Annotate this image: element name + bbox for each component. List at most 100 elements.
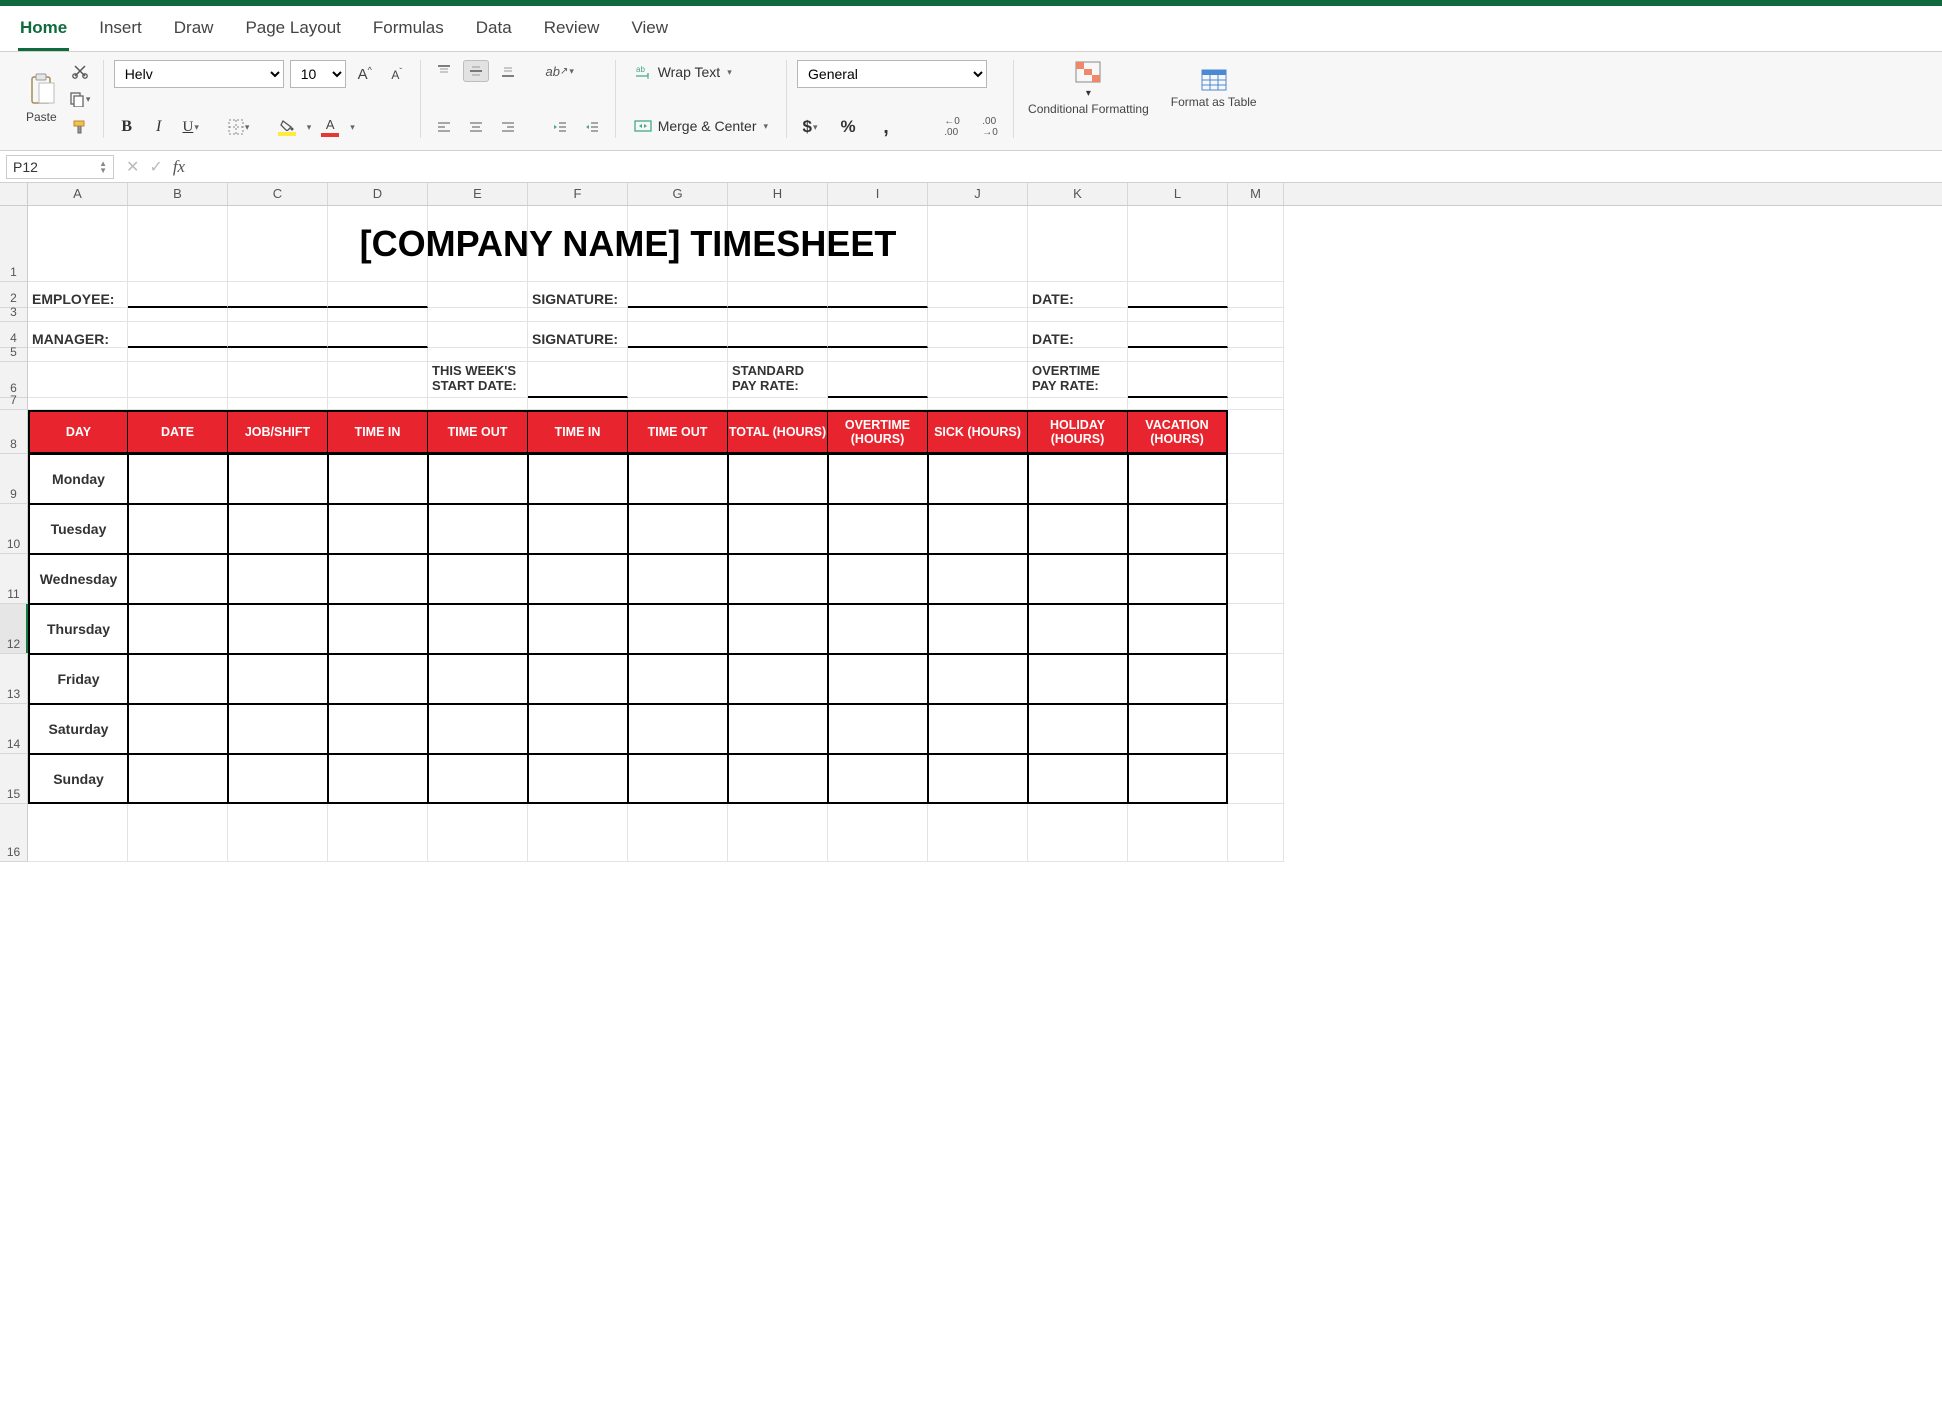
cell[interactable] [1028,554,1128,604]
cell[interactable] [1128,308,1228,322]
cell[interactable] [1228,704,1284,754]
cell[interactable] [1128,322,1228,348]
col-header[interactable]: K [1028,183,1128,205]
day-cell[interactable]: Wednesday [28,554,128,604]
accept-formula-icon[interactable]: ✓ [149,157,162,177]
col-header[interactable]: A [28,183,128,205]
cell[interactable] [828,554,928,604]
cell[interactable] [928,754,1028,804]
cell[interactable] [828,454,928,504]
cell[interactable] [428,754,528,804]
row-header[interactable]: 10 [0,504,28,554]
font-color-button[interactable]: A [317,116,343,138]
cell[interactable] [628,704,728,754]
cell[interactable] [128,754,228,804]
bold-button[interactable]: B [114,116,140,138]
cell[interactable] [228,362,328,398]
cell[interactable] [628,504,728,554]
cell[interactable] [1228,554,1284,604]
cell[interactable] [1128,504,1228,554]
worksheet[interactable]: A B C D E F G H I J K L M 1 [COMPANY NAM… [0,183,1942,862]
cell[interactable] [28,348,128,362]
cell[interactable] [728,704,828,754]
cell[interactable] [728,804,828,862]
row-header[interactable]: 16 [0,804,28,862]
align-middle-button[interactable] [463,60,489,82]
format-painter-button[interactable] [67,116,93,138]
cell[interactable] [728,398,828,410]
cell[interactable] [328,322,428,348]
col-header[interactable]: L [1128,183,1228,205]
cell[interactable] [728,654,828,704]
cell[interactable] [628,654,728,704]
cell[interactable] [1228,504,1284,554]
wrap-text-button[interactable]: ab Wrap Text▾ [626,60,776,84]
font-size-select[interactable]: 10 [290,60,346,88]
cell[interactable] [228,454,328,504]
comma-button[interactable]: , [873,116,899,138]
cell[interactable] [628,348,728,362]
cell[interactable] [328,704,428,754]
cell[interactable] [228,554,328,604]
cell[interactable] [928,604,1028,654]
cell[interactable] [428,654,528,704]
cell[interactable] [928,398,1028,410]
row-header[interactable]: 1 [0,206,28,282]
increase-decimal-button[interactable]: ←0.00 [939,116,965,138]
cell[interactable] [428,604,528,654]
cell[interactable] [128,454,228,504]
th-date[interactable]: DATE [128,410,228,454]
day-cell[interactable]: Tuesday [28,504,128,554]
cell[interactable] [528,604,628,654]
row-header[interactable]: 3 [0,308,28,322]
th-sick[interactable]: SICK (HOURS) [928,410,1028,454]
th-timeout1[interactable]: TIME OUT [428,410,528,454]
cell[interactable] [128,348,228,362]
cell[interactable] [1128,704,1228,754]
cell[interactable] [1128,804,1228,862]
day-cell[interactable]: Thursday [28,604,128,654]
cell[interactable] [1028,308,1128,322]
copy-button[interactable]: ▾ [67,88,93,110]
th-timeout2[interactable]: TIME OUT [628,410,728,454]
th-total[interactable]: TOTAL (HOURS) [728,410,828,454]
decrease-indent-button[interactable] [547,116,573,138]
cell[interactable] [1028,754,1128,804]
currency-button[interactable]: $▾ [797,116,823,138]
cell[interactable] [1028,504,1128,554]
cell[interactable] [128,804,228,862]
cell[interactable] [728,322,828,348]
cell[interactable] [128,322,228,348]
cell[interactable] [728,348,828,362]
cut-button[interactable] [67,60,93,82]
tab-data[interactable]: Data [474,12,514,51]
row-header[interactable]: 14 [0,704,28,754]
increase-font-button[interactable]: A^ [352,63,378,85]
fill-color-button[interactable] [274,116,300,138]
number-format-select[interactable]: General [797,60,987,88]
cell[interactable] [228,308,328,322]
row-header[interactable]: 7 [0,398,28,410]
cancel-formula-icon[interactable]: ✕ [126,157,139,177]
cell[interactable] [1028,398,1128,410]
cell[interactable] [1228,654,1284,704]
cell[interactable] [228,322,328,348]
row-header[interactable]: 13 [0,654,28,704]
cell[interactable] [628,322,728,348]
day-cell[interactable]: Monday [28,454,128,504]
th-job[interactable]: JOB/SHIFT [228,410,328,454]
tab-formulas[interactable]: Formulas [371,12,446,51]
th-ot[interactable]: OVERTIME (HOURS) [828,410,928,454]
conditional-formatting-button[interactable]: ▾ Conditional Formatting [1024,60,1153,116]
select-all-corner[interactable] [0,183,28,205]
cell[interactable] [328,398,428,410]
cell[interactable] [528,704,628,754]
cell[interactable] [128,654,228,704]
cell[interactable] [228,704,328,754]
th-holiday[interactable]: HOLIDAY (HOURS) [1028,410,1128,454]
tab-draw[interactable]: Draw [172,12,216,51]
percent-button[interactable]: % [835,116,861,138]
tab-insert[interactable]: Insert [97,12,144,51]
day-cell[interactable]: Friday [28,654,128,704]
cell[interactable] [828,804,928,862]
